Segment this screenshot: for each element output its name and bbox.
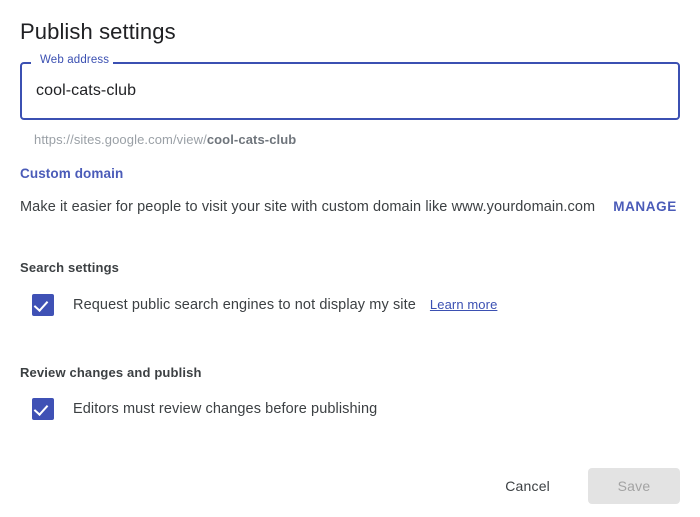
cancel-button[interactable]: Cancel xyxy=(489,468,566,504)
dialog-actions: Cancel Save xyxy=(489,468,680,504)
editors-review-checkbox[interactable] xyxy=(32,398,54,420)
url-preview-prefix: https://sites.google.com/view/ xyxy=(34,132,207,147)
no-search-engines-checkbox[interactable] xyxy=(32,294,54,316)
review-changes-row: Editors must review changes before publi… xyxy=(32,398,377,420)
check-icon xyxy=(33,296,49,313)
no-search-engines-label[interactable]: Request public search engines to not dis… xyxy=(73,295,416,315)
custom-domain-heading-link[interactable]: Custom domain xyxy=(20,165,123,183)
editors-review-label[interactable]: Editors must review changes before publi… xyxy=(73,399,377,419)
check-icon xyxy=(33,400,49,417)
page-title: Publish settings xyxy=(20,19,176,44)
web-address-input[interactable] xyxy=(22,64,678,118)
publish-settings-dialog: Publish settings Web address https://sit… xyxy=(0,0,700,517)
learn-more-link[interactable]: Learn more xyxy=(430,295,497,315)
save-button[interactable]: Save xyxy=(588,468,680,504)
custom-domain-row: Make it easier for people to visit your … xyxy=(20,196,680,218)
custom-domain-description: Make it easier for people to visit your … xyxy=(20,199,596,215)
manage-domain-button[interactable]: MANAGE xyxy=(613,197,677,217)
search-settings-row: Request public search engines to not dis… xyxy=(32,294,497,316)
review-changes-heading: Review changes and publish xyxy=(20,365,202,380)
web-address-field[interactable]: Web address xyxy=(20,53,680,120)
url-preview: https://sites.google.com/view/cool-cats-… xyxy=(34,131,296,148)
url-preview-slug: cool-cats-club xyxy=(206,132,297,147)
search-settings-heading: Search settings xyxy=(20,260,120,275)
